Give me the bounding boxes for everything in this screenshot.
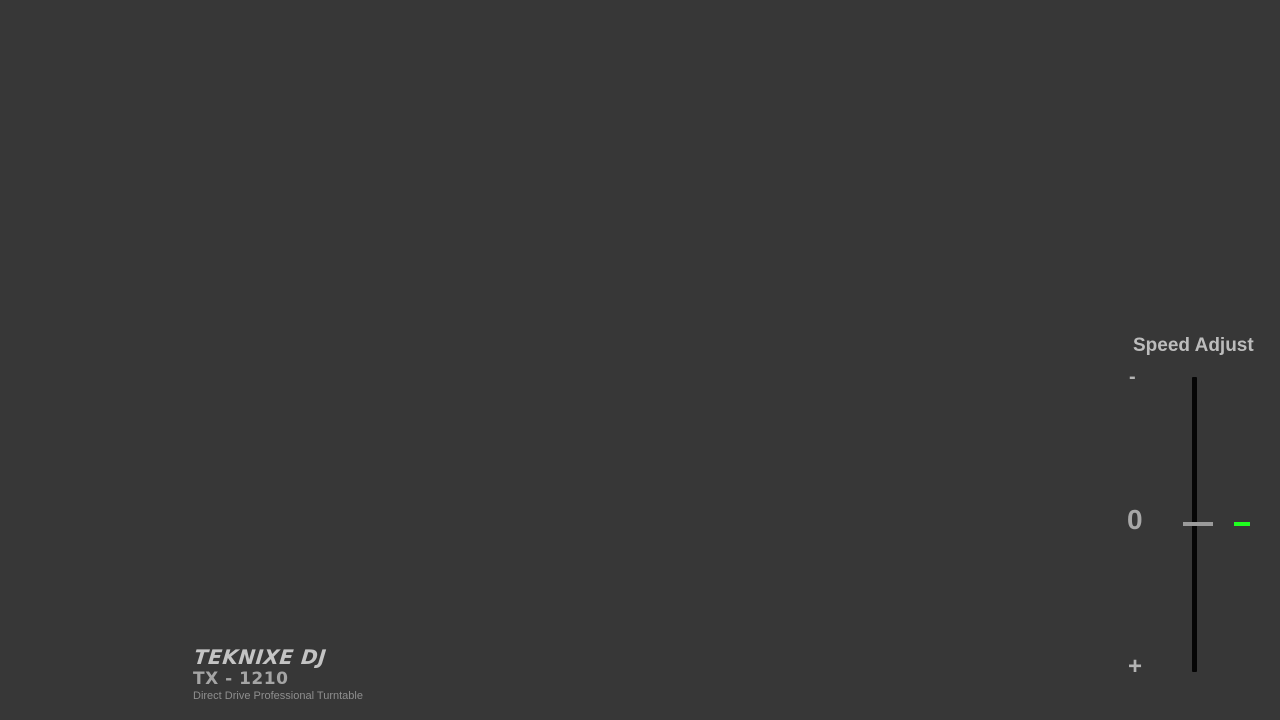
brand-block: TEKNIXE DJ TX - 1210 Direct Drive Profes… bbox=[193, 645, 363, 703]
pitch-center-indicator bbox=[1234, 522, 1250, 526]
turntable-stage: TEKNIXE DJ TX - 1210 Direct Drive Profes… bbox=[0, 0, 1280, 720]
speed-slider-thumb[interactable] bbox=[1183, 522, 1213, 526]
speed-adjust-title: Speed Adjust bbox=[1133, 335, 1254, 356]
model-number: TX - 1210 bbox=[193, 669, 289, 689]
brand-tagline: Direct Drive Professional Turntable bbox=[193, 690, 363, 702]
speed-min-marker: - bbox=[1129, 366, 1136, 388]
brand-name: TEKNIXE DJ bbox=[193, 645, 328, 669]
speed-center-marker: 0 bbox=[1127, 504, 1143, 535]
speed-max-marker: + bbox=[1128, 653, 1143, 680]
